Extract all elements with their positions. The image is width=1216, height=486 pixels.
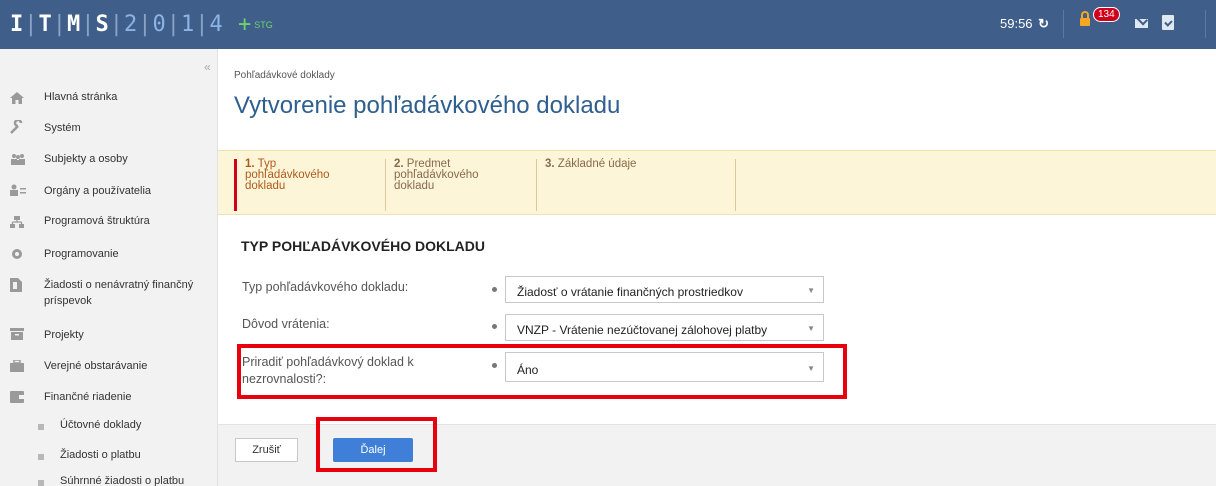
type-select[interactable]: Žiadosť o vrátanie finančných prostriedk… (505, 276, 824, 303)
clipboard-icon[interactable] (1162, 15, 1174, 30)
reason-select-value: VNZP - Vrátenie nezúčtovanej zálohovej p… (517, 323, 768, 337)
top-bar: I|T|M|S|2|0|1|4 + STG 59:56 ↻ 134 (0, 0, 1216, 49)
step-label-line: dokladu (394, 180, 435, 192)
wizard-step-1[interactable]: 1. Typ pohľadávkového dokladu (234, 158, 384, 211)
step-label-line: dokladu (245, 180, 286, 192)
divider (1205, 10, 1206, 38)
wrench-icon (10, 118, 24, 134)
page-title: Vytvorenie pohľadávkového dokladu (234, 92, 621, 119)
sidebar-subitem-label: Žiadosti o platbu (60, 449, 141, 461)
env-label: STG (254, 20, 273, 30)
sidebar-item-label: Programová štruktúra (44, 215, 150, 227)
sidebar-item-label: Finančné riadenie (44, 391, 132, 403)
bullet-icon (38, 480, 44, 486)
bullet-icon (38, 424, 44, 430)
wallet-icon (10, 390, 24, 403)
divider (1063, 10, 1064, 38)
sidebar-subitem-label: Súhrnné žiadosti o platbu (60, 475, 185, 486)
document-icon (10, 278, 24, 292)
refresh-icon[interactable]: ↻ (1038, 16, 1049, 31)
wizard-step-3[interactable]: 3. Základné údaje (536, 158, 736, 211)
briefcase-icon (10, 359, 24, 372)
bullet-icon (38, 454, 44, 460)
wizard-steps: 1. Typ pohľadávkového dokladu 2. Predmet… (218, 150, 1216, 215)
step-label-line: Základné údaje (557, 158, 637, 170)
structure-icon (10, 215, 24, 228)
step-number: 3. (545, 158, 555, 170)
breadcrumb[interactable]: Pohľadávkové doklady (234, 70, 335, 81)
session-timer: 59:56 ↻ (1000, 16, 1049, 32)
field-label-type: Typ pohľadávkového dokladu: (242, 280, 409, 294)
chevron-down-icon: ▼ (807, 286, 815, 295)
users-list-icon (10, 183, 26, 196)
required-indicator (492, 287, 497, 292)
reason-select[interactable]: VNZP - Vrátenie nezúčtovanej zálohovej p… (505, 314, 824, 341)
sidebar-item-label: Systém (44, 122, 81, 134)
people-icon (10, 152, 25, 165)
highlight-box (316, 417, 437, 472)
home-icon (10, 91, 24, 104)
required-indicator (492, 324, 497, 329)
sidebar-item-label: Subjekty a osoby (44, 153, 128, 165)
gears-icon (10, 247, 24, 259)
field-label-reason: Dôvod vrátenia: (242, 317, 330, 331)
sidebar-item-label: Programovanie (44, 248, 119, 260)
highlight-box (237, 344, 847, 399)
sidebar-item-label: Orgány a používatelia (44, 185, 152, 197)
chevron-down-icon: ▼ (807, 324, 815, 333)
sidebar: « Hlavná stránka Systém Subjekty a osoby… (0, 49, 218, 486)
itms-logo[interactable]: I|T|M|S|2|0|1|4 + STG (10, 12, 273, 37)
cancel-button[interactable]: Zrušiť (235, 438, 298, 462)
sidebar-item-label: Hlavná stránka (44, 91, 118, 103)
sidebar-item-label: Žiadosti o nenávratný finančný príspevok (44, 279, 194, 307)
notification-badge[interactable]: 134 (1093, 7, 1120, 22)
sidebar-item-label: Projekty (44, 329, 84, 341)
section-title: TYP POHĽADÁVKOVÉHO DOKLADU (241, 238, 485, 254)
mail-icon[interactable] (1135, 19, 1148, 28)
wizard-step-2[interactable]: 2. Predmet pohľadávkového dokladu (385, 158, 535, 211)
type-select-value: Žiadosť o vrátanie finančných prostriedk… (517, 285, 743, 299)
session-timer-value: 59:56 (1000, 16, 1033, 31)
sidebar-item-label: Verejné obstarávanie (44, 360, 148, 372)
archive-icon (10, 327, 24, 340)
lock-icon[interactable] (1080, 11, 1090, 28)
sidebar-subitem-label: Účtovné doklady (60, 419, 142, 431)
collapse-sidebar-icon[interactable]: « (204, 60, 211, 74)
